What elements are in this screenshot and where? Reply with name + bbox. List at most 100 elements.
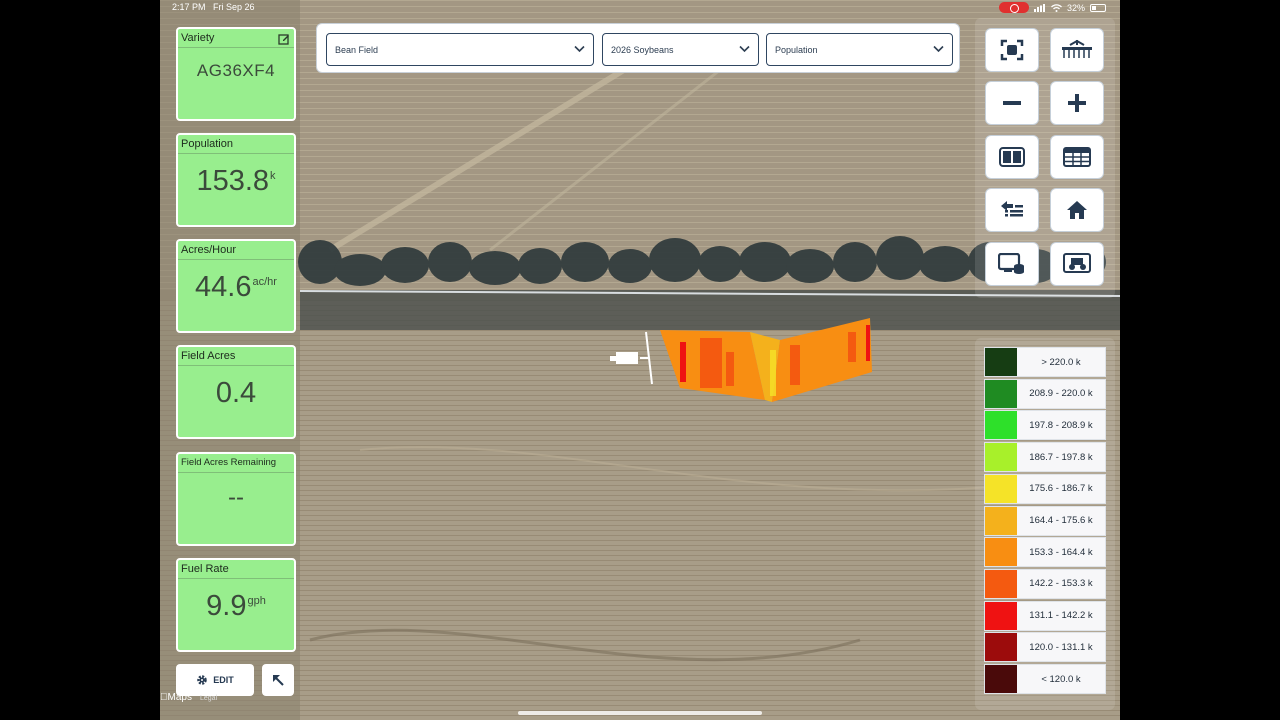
legend-label: 131.1 - 142.2 k: [1017, 601, 1105, 630]
minus-icon: [1003, 101, 1021, 105]
metric-value: 153.8k: [178, 165, 294, 198]
metric-value-text: --: [228, 484, 244, 511]
arrow-up-left-icon: [273, 675, 284, 686]
home-indicator[interactable]: [518, 711, 762, 715]
season-select[interactable]: 2026 Soybeans: [602, 33, 759, 66]
display-data-button[interactable]: [985, 242, 1039, 286]
metric-card-fuel-rate[interactable]: Fuel Rate 9.9gph: [176, 558, 296, 652]
legend-swatch: [985, 411, 1017, 440]
edit-pencil-icon[interactable]: [278, 33, 290, 45]
wifi-icon: [1051, 3, 1062, 12]
metric-card-population[interactable]: Population 153.8k: [176, 133, 296, 227]
implement-button[interactable]: [1050, 28, 1104, 72]
legend-row: 197.8 - 208.9 k: [984, 410, 1106, 441]
battery-percent: 32%: [1066, 2, 1085, 13]
metric-card-acres-hour[interactable]: Acres/Hour 44.6ac/hr: [176, 239, 296, 333]
zoom-in-button[interactable]: [1050, 81, 1104, 125]
layer-select[interactable]: Population: [766, 33, 953, 66]
zoom-out-button[interactable]: [985, 81, 1039, 125]
signal-icon: [1033, 3, 1045, 12]
legend-swatch: [985, 665, 1017, 693]
chevron-down-icon: [933, 45, 944, 53]
list-back-arrow-icon: [1001, 201, 1023, 217]
filter-bar: Bean Field 2026 Soybeans Population: [316, 23, 960, 73]
metric-value: --: [178, 484, 294, 512]
divider: [178, 365, 294, 366]
app-screen: 2:17 PM Fri Sep 26 32% Variety AG36XF4 P…: [160, 0, 1120, 720]
legend-label: 142.2 - 153.3 k: [1017, 569, 1105, 598]
metric-value: AG36XF4: [178, 61, 294, 81]
layers-back-button[interactable]: [985, 188, 1039, 232]
field-select-value: Bean Field: [335, 44, 379, 55]
table-view-button[interactable]: [1050, 135, 1104, 179]
split-view-button[interactable]: [985, 135, 1039, 179]
status-bar-right: 32%: [998, 2, 1106, 13]
legend-row: < 120.0 k: [984, 664, 1106, 694]
metric-title: Population: [181, 138, 233, 150]
legend-row: 186.7 - 197.8 k: [984, 442, 1106, 473]
battery-icon: [1090, 3, 1106, 12]
metric-value: 44.6ac/hr: [178, 271, 294, 304]
metric-title: Variety: [181, 32, 215, 44]
legend-row: 164.4 - 175.6 k: [984, 505, 1106, 536]
legend-swatch: [985, 348, 1017, 376]
field-select[interactable]: Bean Field: [326, 33, 594, 66]
legend-swatch: [985, 633, 1017, 662]
legend-swatch: [985, 601, 1017, 630]
legend-label: 197.8 - 208.9 k: [1017, 411, 1105, 440]
metric-unit: ac/hr: [252, 276, 277, 288]
planter-icon: [1062, 39, 1092, 58]
screen-record-icon: [998, 2, 1029, 13]
table-icon: [1063, 147, 1091, 167]
split-view-icon: [999, 147, 1025, 167]
metric-value-text: 0.4: [215, 377, 257, 409]
metric-card-field-acres[interactable]: Field Acres 0.4: [176, 345, 296, 439]
layer-select-value: Population: [775, 44, 818, 55]
population-legend: > 220.0 k 208.9 - 220.0 k 197.8 - 208.9 k 1…: [975, 338, 1115, 710]
legend-row: 131.1 - 142.2 k: [984, 600, 1106, 631]
legend-row: 153.3 - 164.4 k: [984, 537, 1106, 568]
legend-label: 120.0 - 131.1 k: [1017, 633, 1105, 662]
status-time: 2:17 PM: [172, 2, 206, 12]
gear-icon: [197, 675, 207, 685]
legend-swatch: [985, 538, 1017, 567]
fit-to-field-button[interactable]: [985, 28, 1039, 72]
legend-row: 208.9 - 220.0 k: [984, 378, 1106, 409]
metric-card-field-acres-remaining[interactable]: Field Acres Remaining --: [176, 452, 296, 546]
legend-swatch: [985, 569, 1017, 598]
legend-swatch: [985, 474, 1017, 503]
legend-label: 175.6 - 186.7 k: [1017, 474, 1105, 503]
home-icon: [1067, 201, 1087, 219]
expand-button[interactable]: [262, 664, 294, 696]
metric-unit: k: [270, 170, 276, 182]
divider: [178, 259, 294, 260]
legend-swatch: [985, 506, 1017, 535]
focus-frame-icon: [1000, 39, 1024, 61]
legend-label: > 220.0 k: [1017, 348, 1105, 376]
maps-legal-link[interactable]: Legal: [200, 695, 217, 702]
status-date: Fri Sep 26: [213, 2, 255, 12]
legend-swatch: [985, 379, 1017, 408]
legend-row: 175.6 - 186.7 k: [984, 473, 1106, 504]
vehicle-button[interactable]: [1050, 242, 1104, 286]
metric-title: Field Acres Remaining: [181, 457, 277, 468]
legend-label: < 120.0 k: [1017, 665, 1105, 693]
monitor-database-icon: [998, 253, 1024, 274]
home-button[interactable]: [1050, 188, 1104, 232]
maps-logo: Maps: [160, 692, 192, 703]
legend-row: 120.0 - 131.1 k: [984, 632, 1106, 663]
metric-card-variety[interactable]: Variety AG36XF4: [176, 27, 296, 121]
plus-icon: [1068, 94, 1086, 112]
metric-value-text: AG36XF4: [196, 61, 276, 80]
edit-button-label: EDIT: [213, 675, 234, 685]
metric-value-text: 44.6: [195, 271, 252, 303]
divider: [178, 47, 294, 48]
metric-title: Acres/Hour: [181, 244, 237, 256]
legend-row: 142.2 - 153.3 k: [984, 568, 1106, 599]
metric-unit: gph: [247, 595, 266, 607]
legend-row: > 220.0 k: [984, 347, 1106, 377]
legend-label: 153.3 - 164.4 k: [1017, 538, 1105, 567]
divider: [178, 153, 294, 154]
chevron-down-icon: [574, 45, 585, 53]
divider: [178, 472, 294, 473]
